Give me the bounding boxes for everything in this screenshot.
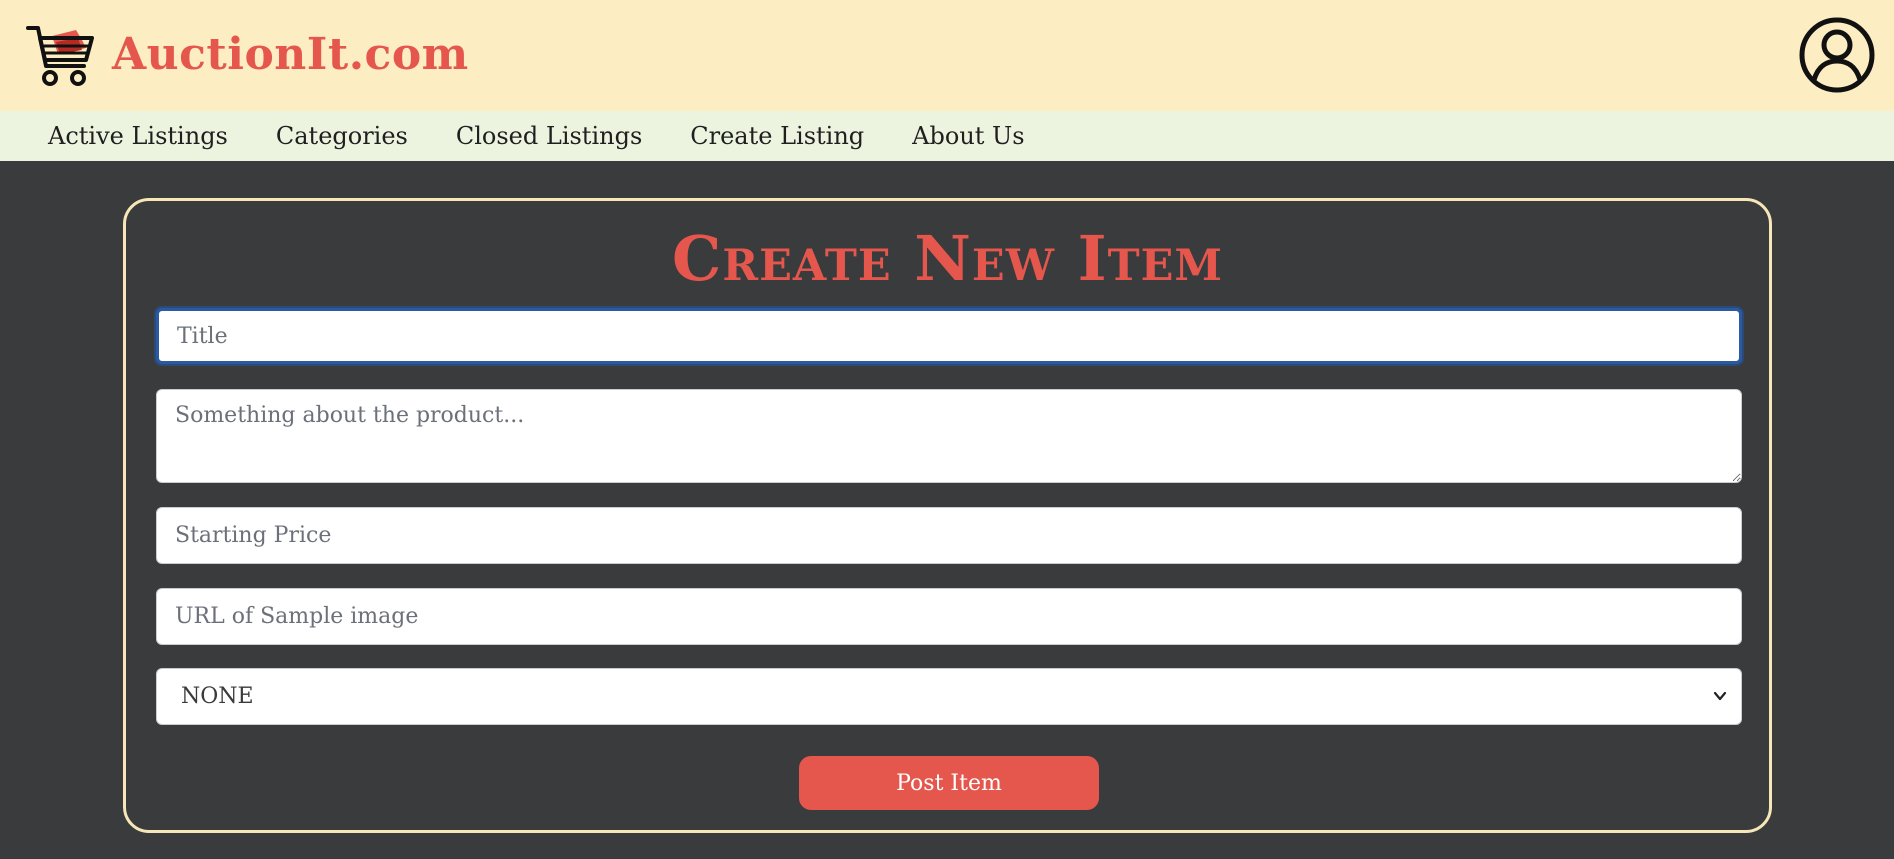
page-title: Create New Item (672, 222, 1223, 295)
nav-item-create-listing[interactable]: Create Listing (690, 124, 864, 148)
post-item-button[interactable]: Post Item (799, 756, 1099, 810)
starting-price-input[interactable] (156, 507, 1742, 564)
nav-item-categories[interactable]: Categories (276, 124, 408, 148)
account-button[interactable] (1798, 16, 1876, 94)
nav-item-active-listings[interactable]: Active Listings (48, 124, 228, 148)
user-circle-icon (1799, 17, 1875, 93)
home-logo-link[interactable]: AuctionIt.com (26, 22, 469, 88)
site-brand-name: AuctionIt.com (112, 29, 469, 80)
image-url-input[interactable] (156, 588, 1742, 645)
nav-item-closed-listings[interactable]: Closed Listings (456, 124, 642, 148)
main-nav: Active Listings Categories Closed Listin… (0, 111, 1894, 161)
create-item-form-card: Create New Item NONE Post Item (123, 198, 1772, 833)
shopping-cart-icon (26, 26, 94, 86)
description-textarea[interactable] (156, 389, 1742, 483)
category-select[interactable]: NONE (156, 668, 1742, 725)
site-header: AuctionIt.com (0, 0, 1894, 111)
title-input[interactable] (156, 308, 1742, 364)
nav-item-about-us[interactable]: About Us (912, 124, 1024, 148)
chevron-down-icon (1713, 691, 1727, 701)
category-select-value[interactable]: NONE (156, 668, 1742, 725)
